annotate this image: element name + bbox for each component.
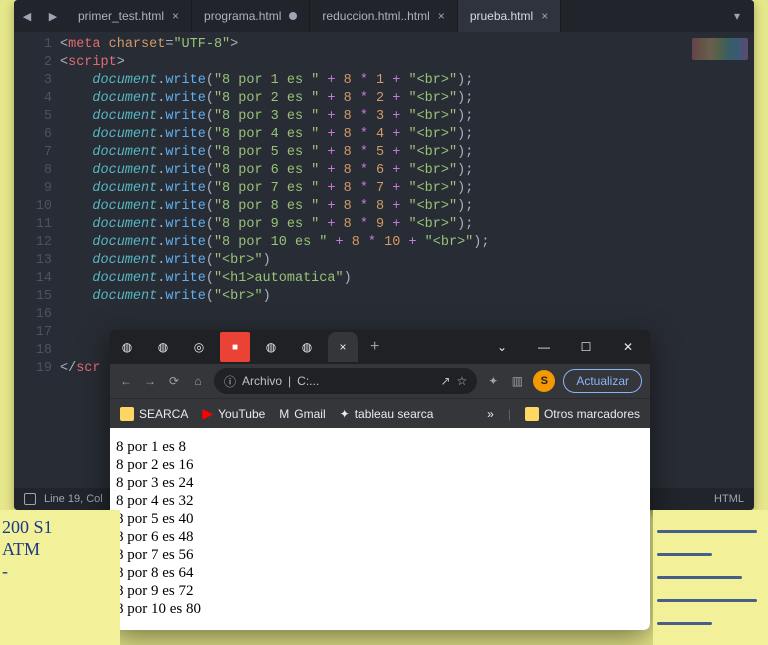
output-line: 8 por 9 es 72 xyxy=(116,582,644,600)
browser-tab[interactable]: ◎ xyxy=(184,332,214,362)
new-tab-button[interactable]: + xyxy=(364,338,385,356)
home-icon[interactable]: ⌂ xyxy=(190,374,206,388)
output-line: 8 por 4 es 32 xyxy=(116,492,644,510)
tableau-icon: ✦ xyxy=(340,407,350,421)
dirty-dot-icon xyxy=(289,12,297,20)
folder-icon xyxy=(120,407,134,421)
tab-label: programa.html xyxy=(204,9,281,23)
browser-tabstrip: ◍ ◍ ◎ ■ ◍ ◍ × + ⌄ — ☐ ✕ xyxy=(110,330,650,364)
ink-stroke xyxy=(657,553,712,556)
sidepanel-icon[interactable]: ▥ xyxy=(509,374,525,388)
extensions-icon[interactable]: ✦ xyxy=(485,374,501,388)
browser-window: ◍ ◍ ◎ ■ ◍ ◍ × + ⌄ — ☐ ✕ ← → ⟳ ⌂ ⓘ Archiv… xyxy=(110,330,650,630)
maximize-button[interactable]: ☐ xyxy=(566,332,606,362)
profile-avatar[interactable]: S xyxy=(533,370,555,392)
other-bookmarks[interactable]: Otros marcadores xyxy=(525,407,640,421)
close-window-button[interactable]: ✕ xyxy=(608,332,648,362)
ink-stroke xyxy=(657,576,742,579)
back-icon[interactable]: ← xyxy=(118,374,134,388)
ink-stroke xyxy=(657,530,757,533)
bookmark-item[interactable]: ▶ YouTube xyxy=(202,405,265,422)
output-line: 8 por 8 es 64 xyxy=(116,564,644,582)
minimap[interactable] xyxy=(692,38,748,60)
bookmark-label: tableau searca xyxy=(355,407,434,421)
bookmarks-overflow-icon[interactable]: » xyxy=(487,407,494,421)
close-icon[interactable]: × xyxy=(438,9,445,23)
tab-label: prueba.html xyxy=(470,9,533,23)
addr-scheme: Archivo xyxy=(242,374,282,388)
output-line: 8 por 1 es 8 xyxy=(116,438,644,456)
browser-tab[interactable]: ◍ xyxy=(256,332,286,362)
bookmarks-bar: SEARCA ▶ YouTube M Gmail ✦ tableau searc… xyxy=(110,398,650,428)
bookmark-label: YouTube xyxy=(218,407,265,421)
folder-icon xyxy=(525,407,539,421)
bookmark-item[interactable]: SEARCA xyxy=(120,407,188,421)
editor-tab-bar: ◀ ▶ primer_test.html × programa.html red… xyxy=(14,0,754,32)
window-controls: ⌄ — ☐ ✕ xyxy=(482,332,648,362)
line-number-gutter: 12345678910111213141516171819 xyxy=(14,32,60,488)
tab-label: primer_test.html xyxy=(78,9,164,23)
update-button[interactable]: Actualizar xyxy=(563,369,642,393)
address-bar[interactable]: ⓘ Archivo | C:... ↗ ☆ xyxy=(214,368,477,394)
background-paper-left: 200 S1 ATM - xyxy=(0,510,120,645)
bookmark-item[interactable]: M Gmail xyxy=(279,407,325,421)
editor-tab[interactable]: primer_test.html × xyxy=(66,0,192,32)
cursor-position: Line 19, Col xyxy=(44,493,103,505)
gmail-icon: M xyxy=(279,407,289,421)
share-icon[interactable]: ↗ xyxy=(440,374,450,388)
output-line: 8 por 6 es 48 xyxy=(116,528,644,546)
tabs-overflow-icon[interactable]: ▾ xyxy=(720,0,754,32)
close-icon[interactable]: × xyxy=(172,9,179,23)
output-line: 8 por 2 es 16 xyxy=(116,456,644,474)
addr-path: C:... xyxy=(297,374,319,388)
info-icon[interactable]: ⓘ xyxy=(224,373,236,390)
browser-toolbar: ← → ⟳ ⌂ ⓘ Archivo | C:... ↗ ☆ ✦ ▥ S Actu… xyxy=(110,364,650,398)
addr-sep: | xyxy=(288,374,291,388)
star-icon[interactable]: ☆ xyxy=(457,374,468,388)
browser-tab[interactable]: ◍ xyxy=(112,332,142,362)
output-line: 8 por 7 es 56 xyxy=(116,546,644,564)
tab-next-icon[interactable]: ▶ xyxy=(40,0,66,32)
tab-prev-icon[interactable]: ◀ xyxy=(14,0,40,32)
reload-icon[interactable]: ⟳ xyxy=(166,374,182,388)
bookmark-label: SEARCA xyxy=(139,407,188,421)
close-icon[interactable]: × xyxy=(339,340,346,354)
editor-tab-active[interactable]: prueba.html × xyxy=(458,0,561,32)
output-line: 8 por 3 es 24 xyxy=(116,474,644,492)
minimize-button[interactable]: — xyxy=(524,332,564,362)
close-icon[interactable]: × xyxy=(541,9,548,23)
tab-label: reduccion.html..html xyxy=(322,9,429,23)
output-line: 8 por 5 es 40 xyxy=(116,510,644,528)
browser-tab[interactable]: ◍ xyxy=(148,332,178,362)
page-content: 8 por 1 es 88 por 2 es 168 por 3 es 248 … xyxy=(110,428,650,630)
background-paper-right xyxy=(653,510,768,645)
output-line: 8 por 10 es 80 xyxy=(116,600,644,618)
editor-tab[interactable]: programa.html xyxy=(192,0,310,32)
youtube-icon: ▶ xyxy=(202,405,213,422)
bookmark-label: Gmail xyxy=(294,407,325,421)
ink-stroke xyxy=(657,622,712,625)
panel-icon[interactable] xyxy=(24,493,36,505)
forward-icon[interactable]: → xyxy=(142,374,158,388)
browser-tab[interactable]: ■ xyxy=(220,332,250,362)
divider: | xyxy=(508,407,511,421)
bookmark-item[interactable]: ✦ tableau searca xyxy=(340,407,434,421)
ink-stroke xyxy=(657,599,757,602)
browser-tab[interactable]: ◍ xyxy=(292,332,322,362)
editor-tab[interactable]: reduccion.html..html × xyxy=(310,0,457,32)
update-label: Actualizar xyxy=(576,374,629,388)
bookmark-label: Otros marcadores xyxy=(544,407,640,421)
browser-tab-active[interactable]: × xyxy=(328,332,358,362)
tabs-dropdown-icon[interactable]: ⌄ xyxy=(482,332,522,362)
language-indicator[interactable]: HTML xyxy=(714,493,744,505)
